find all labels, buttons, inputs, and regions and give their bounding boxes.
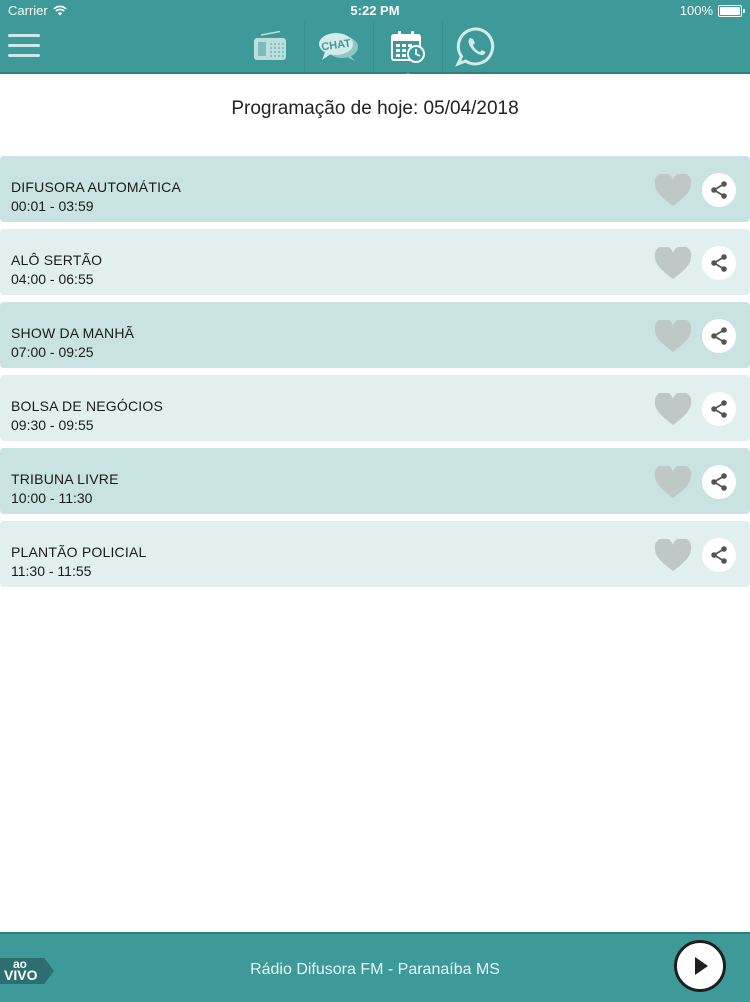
program-time: 04:00 - 06:55 bbox=[11, 271, 94, 287]
radio-icon bbox=[254, 31, 286, 60]
program-name: BOLSA DE NEGÓCIOS bbox=[11, 398, 163, 414]
chat-icon: CHAT bbox=[319, 33, 358, 61]
heart-icon bbox=[654, 245, 692, 279]
hamburger-line bbox=[8, 54, 40, 57]
tab-schedule[interactable] bbox=[373, 22, 442, 82]
favorite-button[interactable] bbox=[654, 464, 692, 500]
station-name: Rádio Difusora FM - Paranaíba MS bbox=[250, 961, 500, 978]
share-button[interactable] bbox=[702, 392, 736, 426]
share-icon bbox=[711, 400, 727, 418]
share-icon bbox=[711, 327, 727, 345]
battery-icon bbox=[718, 4, 745, 17]
program-item[interactable]: TRIBUNA LIVRE 10:00 - 11:30 bbox=[0, 448, 750, 514]
battery-fill bbox=[720, 6, 740, 15]
play-icon bbox=[695, 957, 708, 975]
program-item[interactable]: PLANTÃO POLICIAL 11:30 - 11:55 bbox=[0, 521, 750, 587]
share-icon bbox=[711, 181, 727, 199]
favorite-button[interactable] bbox=[654, 245, 692, 281]
program-item[interactable]: SHOW DA MANHÃ 07:00 - 09:25 bbox=[0, 302, 750, 368]
heart-icon bbox=[654, 464, 692, 498]
program-time: 11:30 - 11:55 bbox=[11, 563, 92, 579]
program-time: 00:01 - 03:59 bbox=[11, 198, 94, 214]
heart-icon bbox=[654, 391, 692, 425]
tab-chat[interactable]: CHAT bbox=[304, 22, 373, 72]
share-icon bbox=[711, 546, 727, 564]
heart-icon bbox=[654, 537, 692, 571]
program-item[interactable]: ALÔ SERTÃO 04:00 - 06:55 bbox=[0, 229, 750, 295]
hamburger-line bbox=[8, 44, 40, 47]
battery-info: 100% bbox=[679, 3, 745, 18]
program-name: TRIBUNA LIVRE bbox=[11, 471, 119, 487]
share-button[interactable] bbox=[702, 246, 736, 280]
program-time: 09:30 - 09:55 bbox=[11, 417, 94, 433]
tab-whatsapp[interactable] bbox=[442, 22, 511, 72]
program-list: DIFUSORA AUTOMÁTICA 00:01 - 03:59 ALÔ SE… bbox=[0, 156, 750, 594]
tab-radio[interactable] bbox=[236, 22, 304, 72]
program-name: PLANTÃO POLICIAL bbox=[11, 544, 147, 560]
battery-percent: 100% bbox=[679, 3, 713, 18]
share-icon bbox=[711, 254, 727, 272]
status-bar: Carrier 5:22 PM 100% bbox=[0, 0, 750, 22]
favorite-button[interactable] bbox=[654, 172, 692, 208]
program-item[interactable]: BOLSA DE NEGÓCIOS 09:30 - 09:55 bbox=[0, 375, 750, 441]
share-button[interactable] bbox=[702, 465, 736, 499]
share-icon bbox=[711, 473, 727, 491]
whatsapp-icon bbox=[455, 27, 495, 67]
program-name: SHOW DA MANHÃ bbox=[11, 325, 135, 341]
clock: 5:22 PM bbox=[350, 3, 400, 18]
calendar-clock-icon bbox=[391, 31, 425, 63]
menu-button[interactable] bbox=[8, 34, 40, 60]
nav-tabs: CHAT bbox=[236, 22, 511, 82]
favorite-button[interactable] bbox=[654, 318, 692, 354]
heart-icon bbox=[654, 172, 692, 206]
program-name: DIFUSORA AUTOMÁTICA bbox=[11, 179, 182, 195]
nav-bar: CHAT bbox=[0, 22, 750, 82]
play-button[interactable] bbox=[674, 940, 726, 992]
program-time: 10:00 - 11:30 bbox=[11, 490, 93, 506]
share-button[interactable] bbox=[702, 173, 736, 207]
favorite-button[interactable] bbox=[654, 391, 692, 427]
program-name: ALÔ SERTÃO bbox=[11, 252, 103, 268]
player-bar: ao VIVO Rádio Difusora FM - Paranaíba MS bbox=[0, 932, 750, 1002]
program-time: 07:00 - 09:25 bbox=[11, 344, 94, 360]
share-button[interactable] bbox=[702, 538, 736, 572]
share-button[interactable] bbox=[702, 319, 736, 353]
favorite-button[interactable] bbox=[654, 537, 692, 573]
hamburger-menu-icon bbox=[8, 34, 40, 37]
page-title: Programação de hoje: 05/04/2018 bbox=[231, 98, 519, 119]
program-item[interactable]: DIFUSORA AUTOMÁTICA 00:01 - 03:59 bbox=[0, 156, 750, 222]
heart-icon bbox=[654, 318, 692, 352]
